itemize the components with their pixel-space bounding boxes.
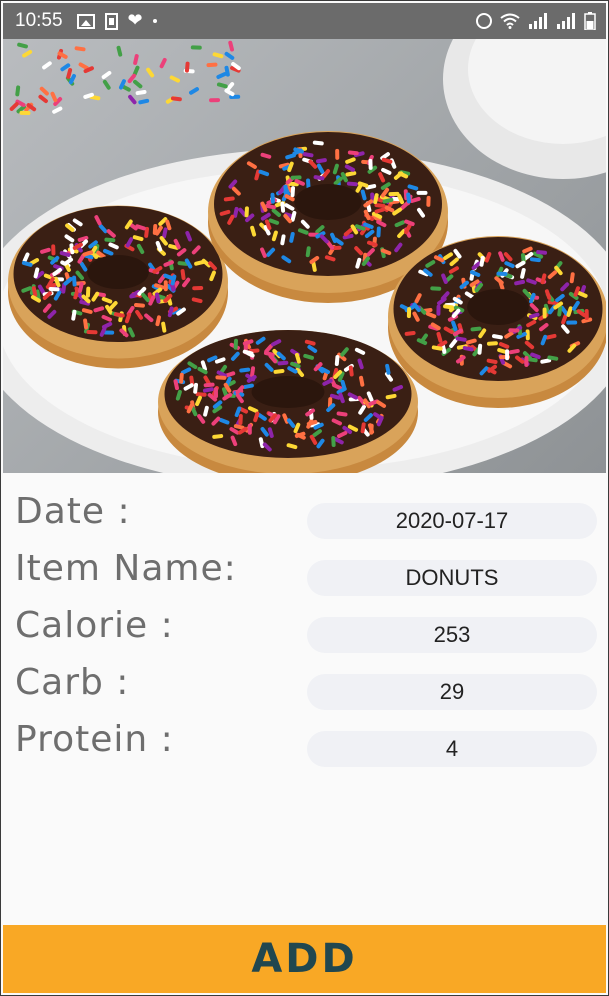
item-name-label: Item Name: [15,548,237,589]
calorie-field[interactable]: 253 [307,617,597,653]
battery-icon [584,12,596,30]
signal-icon [528,13,548,29]
add-button[interactable]: ADD [3,925,606,993]
carb-row: Carb : 29 [1,662,608,710]
calorie-label: Calorie : [15,605,174,646]
carb-label: Carb : [15,662,130,703]
image-icon [76,13,95,29]
app-frame: 10:55 ❤ Date: 2020-07-17 Item Name: DON… [0,0,609,996]
status-icons-right [476,12,596,30]
protein-row: Protein : 4 [1,719,608,767]
protein-label: Protein : [15,719,174,760]
sim-icon [104,12,118,30]
date-field[interactable]: 2020-07-17 [307,503,597,539]
dot-icon [152,19,157,23]
signal-icon [556,13,576,29]
calorie-row: Calorie : 253 [1,605,608,653]
wifi-icon [500,13,520,29]
status-time: 10:55 [15,10,63,31]
food-image [3,39,606,473]
heart-icon: ❤ [127,10,143,31]
carb-field[interactable]: 29 [307,674,597,710]
status-icons-left: ❤ [76,10,157,31]
alarm-icon [476,13,492,29]
add-button-label: ADD [251,936,358,982]
protein-field[interactable]: 4 [307,731,597,767]
status-bar: 10:55 ❤ [3,3,606,39]
item-name-field[interactable]: DONUTS [307,560,597,596]
date-label: Date : [15,491,131,532]
item-name-row: Item Name: DONUTS [1,548,608,596]
date-row: Date : 2020-07-17 [1,491,608,539]
